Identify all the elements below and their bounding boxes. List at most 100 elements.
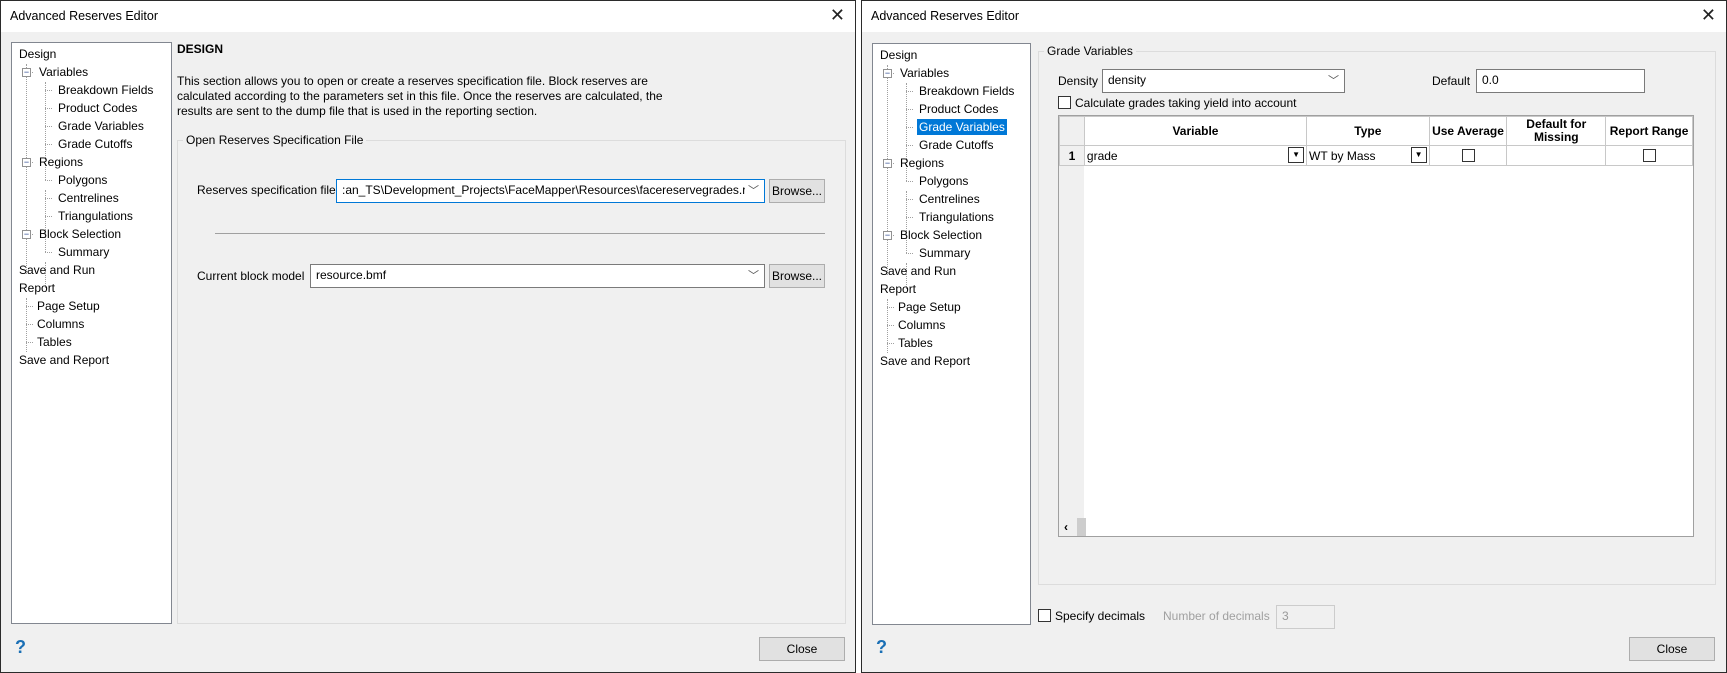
tree-connector	[45, 180, 52, 181]
tree-item-regions[interactable]: Regions	[37, 154, 85, 170]
navigation-tree: Design Variables − Breakdown Fields Product …	[11, 42, 172, 624]
header-variable: Variable	[1083, 116, 1308, 146]
tree-item-breakdown-fields[interactable]: Breakdown Fields	[56, 82, 155, 98]
tree-item-save-and-run[interactable]: Save and Run	[878, 263, 958, 279]
tree-connector	[906, 91, 913, 92]
spec-file-combo[interactable]: :an_TS\Development_Projects\FaceMapper\R…	[336, 179, 765, 203]
tree-item-save-and-report[interactable]: Save and Report	[878, 353, 972, 369]
header-report-range: Report Range	[1605, 116, 1693, 146]
dropdown-arrow-icon[interactable]: ▼	[1410, 147, 1427, 163]
tree-item-tables[interactable]: Tables	[896, 335, 935, 351]
variable-cell[interactable]: grade ▼	[1083, 145, 1308, 166]
use-average-cell	[1428, 145, 1508, 166]
tree-item-triangulations[interactable]: Triangulations	[56, 208, 135, 224]
tree-item-polygons[interactable]: Polygons	[917, 173, 970, 189]
tree-item-design[interactable]: Design	[17, 46, 58, 62]
tree-item-grade-cutoffs[interactable]: Grade Cutoffs	[56, 136, 134, 152]
tree-connector	[906, 199, 913, 200]
browse-model-button[interactable]: Browse...	[769, 264, 825, 288]
close-icon[interactable]: ✕	[830, 5, 845, 26]
tree-item-save-and-report[interactable]: Save and Report	[17, 352, 111, 368]
block-model-combo[interactable]: resource.bmf ﹀	[310, 264, 765, 288]
open-spec-group: Open Reserves Specification File	[177, 133, 846, 624]
tree-item-variables[interactable]: Variables	[898, 65, 951, 81]
chevron-down-icon[interactable]: ﹀	[1328, 72, 1339, 88]
close-icon[interactable]: ✕	[1701, 5, 1716, 26]
row-header-strip	[1059, 116, 1084, 536]
description-line: results are sent to the dump file that i…	[177, 104, 538, 118]
tree-connector	[906, 253, 913, 254]
left-dialog: Advanced Reserves Editor ✕ Design Variabl…	[0, 0, 856, 673]
tree-item-grade-variables[interactable]: Grade Variables	[917, 119, 1007, 135]
description-line: This section allows you to open or creat…	[177, 74, 648, 88]
collapse-icon[interactable]: −	[883, 231, 892, 240]
tree-item-summary[interactable]: Summary	[56, 244, 111, 260]
default-label: Default	[1432, 74, 1471, 88]
tree-connector	[26, 324, 33, 325]
tree-item-design[interactable]: Design	[878, 47, 919, 63]
section-heading: DESIGN	[177, 42, 224, 56]
tree-item-summary[interactable]: Summary	[917, 245, 972, 261]
specify-decimals-checkbox[interactable]	[1038, 609, 1051, 622]
chevron-down-icon[interactable]: ﹀	[745, 182, 759, 198]
density-combo[interactable]: density ﹀	[1102, 69, 1345, 93]
tree-item-report[interactable]: Report	[17, 280, 57, 296]
tree-item-report[interactable]: Report	[878, 281, 918, 297]
default-input[interactable]: 0.0	[1476, 69, 1645, 93]
horizontal-scrollbar[interactable]: ‹	[1059, 518, 1086, 536]
report-range-checkbox[interactable]	[1643, 149, 1657, 162]
tree-item-page-setup[interactable]: Page Setup	[35, 298, 102, 314]
close-button[interactable]: Close	[1629, 637, 1715, 661]
collapse-icon[interactable]: −	[883, 69, 892, 78]
collapse-icon[interactable]: −	[22, 230, 31, 239]
tree-item-product-codes[interactable]: Product Codes	[917, 101, 1000, 117]
grade-table: Variable Type Use Average Default for Mi…	[1058, 115, 1694, 537]
use-average-checkbox[interactable]	[1461, 149, 1475, 162]
close-button[interactable]: Close	[759, 637, 845, 661]
tree-item-centrelines[interactable]: Centrelines	[917, 191, 982, 207]
tree-connector	[906, 191, 907, 253]
tree-item-page-setup[interactable]: Page Setup	[896, 299, 963, 315]
scroll-left-icon[interactable]: ‹	[1064, 520, 1068, 534]
num-decimals-label: Number of decimals	[1163, 609, 1270, 623]
tree-connector	[45, 198, 52, 199]
tree-connector	[45, 126, 52, 127]
tree-item-grade-variables[interactable]: Grade Variables	[56, 118, 146, 134]
tree-item-tables[interactable]: Tables	[35, 334, 74, 350]
spec-file-label: Reserves specification file	[197, 183, 336, 197]
type-cell[interactable]: WT by Mass ▼	[1306, 145, 1430, 166]
tree-connector	[45, 252, 52, 253]
tree-item-breakdown-fields[interactable]: Breakdown Fields	[917, 83, 1016, 99]
collapse-icon[interactable]: −	[883, 159, 892, 168]
collapse-icon[interactable]: −	[22, 68, 31, 77]
tree-item-centrelines[interactable]: Centrelines	[56, 190, 121, 206]
tree-connector	[45, 108, 52, 109]
navigation-tree: Design Variables − Breakdown Fields Product …	[872, 43, 1031, 625]
tree-item-columns[interactable]: Columns	[896, 317, 947, 333]
tree-item-grade-cutoffs[interactable]: Grade Cutoffs	[917, 137, 995, 153]
help-icon[interactable]: ?	[876, 637, 887, 658]
tree-item-polygons[interactable]: Polygons	[56, 172, 109, 188]
tree-item-save-and-run[interactable]: Save and Run	[17, 262, 97, 278]
browse-spec-button[interactable]: Browse...	[769, 179, 825, 203]
tree-item-block-selection[interactable]: Block Selection	[898, 227, 984, 243]
num-decimals-input[interactable]: 3	[1276, 605, 1335, 629]
scroll-thumb[interactable]	[1077, 518, 1086, 536]
chevron-down-icon[interactable]: ﹀	[748, 267, 759, 283]
collapse-icon[interactable]: −	[22, 158, 31, 167]
right-dialog: Advanced Reserves Editor ✕ Design Variabl…	[861, 0, 1727, 673]
separator	[215, 233, 825, 234]
tree-item-block-selection[interactable]: Block Selection	[37, 226, 123, 242]
tree-item-product-codes[interactable]: Product Codes	[56, 100, 139, 116]
tree-item-variables[interactable]: Variables	[37, 64, 90, 80]
yield-checkbox[interactable]	[1058, 96, 1071, 109]
title-bar: Advanced Reserves Editor ✕	[1, 1, 855, 32]
help-icon[interactable]: ?	[15, 637, 26, 658]
tree-item-regions[interactable]: Regions	[898, 155, 946, 171]
default-missing-cell[interactable]	[1506, 145, 1607, 166]
tree-item-triangulations[interactable]: Triangulations	[917, 209, 996, 225]
dropdown-arrow-icon[interactable]: ▼	[1288, 147, 1305, 163]
tree-item-columns[interactable]: Columns	[35, 316, 86, 332]
tree-connector	[26, 342, 33, 343]
tree-connector	[26, 64, 27, 274]
